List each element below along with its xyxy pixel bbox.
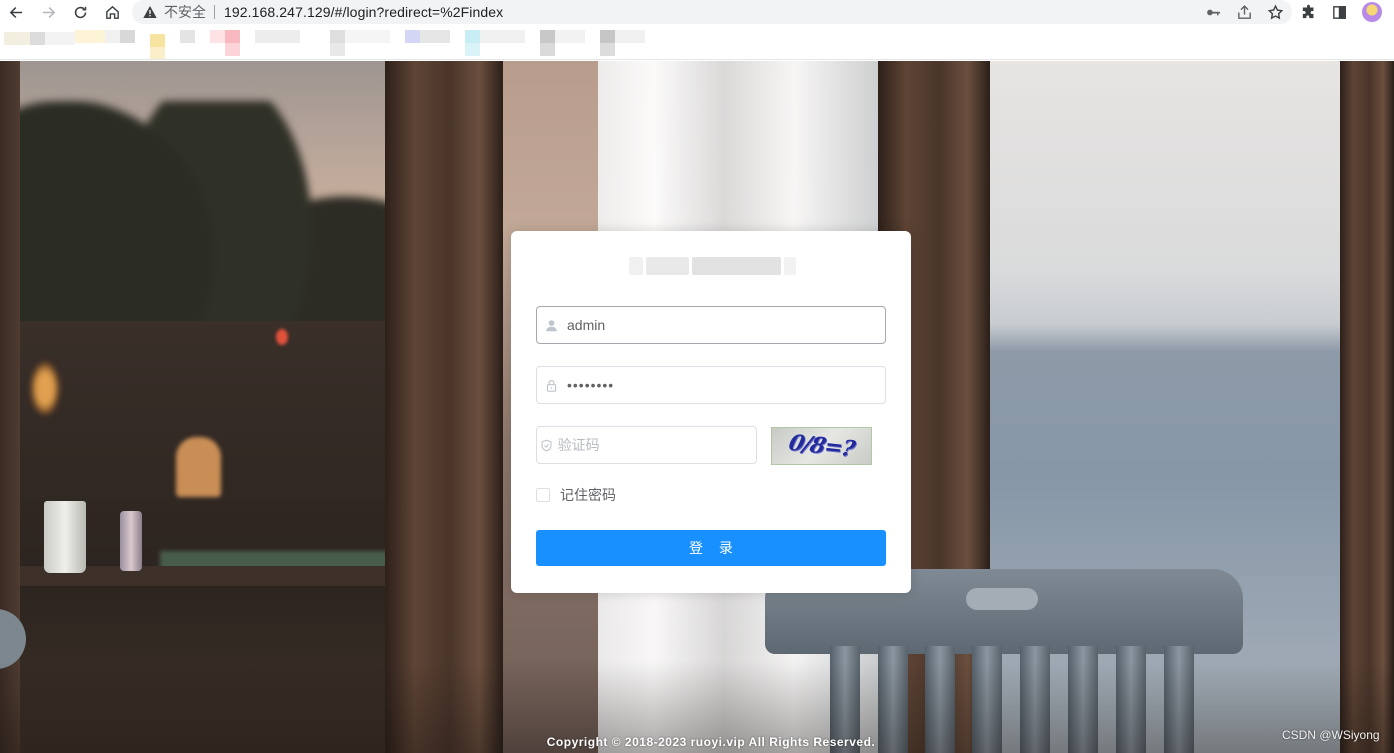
bookmark-blur [420, 30, 450, 43]
login-form: 0/8=? 记住密码 登 录 [511, 231, 911, 593]
title-blur-block [784, 257, 796, 275]
star-icon[interactable] [1267, 3, 1284, 21]
bookmark-blur [225, 30, 240, 43]
forward-button[interactable] [32, 0, 64, 24]
key-icon[interactable] [1205, 4, 1222, 21]
bookmark-blur [540, 30, 555, 43]
background-light [276, 329, 288, 345]
bookmark-blur [180, 30, 195, 43]
login-button[interactable]: 登 录 [536, 530, 886, 566]
reload-icon [74, 6, 86, 18]
address-divider [214, 5, 215, 19]
home-button[interactable] [96, 0, 128, 24]
background-chair [176, 437, 221, 497]
bookmark-blur [615, 30, 645, 43]
username-input[interactable] [565, 310, 865, 340]
user-icon [537, 319, 565, 332]
security-status-label[interactable]: 不安全 [164, 2, 206, 22]
title-blur-block [692, 257, 782, 275]
background-cup [44, 501, 86, 573]
bookmark-blur [480, 30, 525, 43]
background-pillar [385, 61, 503, 753]
captcha-text: 0/8=? [786, 429, 857, 463]
remember-password[interactable]: 记住密码 [536, 487, 616, 503]
bookmark-blur [330, 30, 345, 43]
arrow-right-icon [42, 6, 55, 18]
bookmark-blur [255, 30, 300, 43]
bookmark-blur [120, 30, 135, 43]
address-bar[interactable]: 不安全 192.168.247.129/#/login?redirect=%2F… [132, 0, 1292, 24]
warning-triangle-icon[interactable] [142, 4, 158, 20]
bookmark-blur [150, 47, 165, 59]
captcha-field[interactable] [536, 426, 757, 464]
password-input[interactable] [565, 370, 865, 400]
remember-label[interactable]: 记住密码 [560, 485, 616, 505]
password-field[interactable] [536, 366, 886, 404]
browser-toolbar: 不安全 192.168.247.129/#/login?redirect=%2F… [0, 0, 1394, 24]
bookmark-blur [465, 30, 480, 43]
bookmark-blur [600, 30, 615, 43]
sidebar-icon[interactable] [1331, 4, 1348, 21]
bookmark-blur [30, 32, 45, 45]
home-icon [105, 5, 119, 19]
back-button[interactable] [0, 0, 32, 24]
bookmark-blur [540, 43, 555, 56]
url-text[interactable]: 192.168.247.129/#/login?redirect=%2Finde… [224, 4, 503, 20]
bookmark-blur [45, 32, 75, 45]
captcha-input[interactable] [555, 430, 756, 460]
remember-checkbox[interactable] [536, 488, 550, 502]
captcha-image[interactable]: 0/8=? [771, 427, 872, 465]
arrow-left-icon [9, 6, 22, 18]
bookmark-blur [210, 30, 225, 43]
bookmark-blur [345, 30, 390, 43]
profile-avatar[interactable] [1362, 2, 1382, 22]
puzzle-icon[interactable] [1300, 4, 1317, 21]
address-bar-actions [1205, 0, 1284, 24]
title-blur-block [629, 257, 643, 275]
login-title-blurred [629, 255, 796, 277]
reload-button[interactable] [64, 0, 96, 24]
bookmark-blur [225, 43, 240, 56]
title-blur-block [645, 257, 690, 275]
bookmark-blur [4, 32, 30, 45]
bookmark-blur [330, 43, 345, 56]
bookmark-blur [465, 43, 480, 56]
bookmark-blur [105, 30, 120, 43]
background-pillar [1340, 61, 1394, 753]
bookmark-blur [75, 30, 105, 43]
watermark: CSDN @WSiyong [1282, 728, 1380, 742]
lock-icon [537, 379, 565, 392]
bookmark-blur [555, 30, 585, 43]
bookmarks-bar [0, 24, 1394, 60]
background-bench-handle [966, 588, 1038, 610]
bookmark-blur [150, 34, 165, 47]
copyright-text: Copyright © 2018-2023 ruoyi.vip All Righ… [546, 735, 876, 749]
background-bottle [120, 511, 142, 571]
share-icon[interactable] [1236, 4, 1253, 21]
username-field[interactable] [536, 306, 886, 344]
bookmark-blur [405, 30, 420, 43]
shield-icon [537, 439, 556, 452]
toolbar-right [1300, 0, 1382, 24]
background-lamp [30, 361, 60, 416]
bookmark-blur [600, 43, 615, 56]
